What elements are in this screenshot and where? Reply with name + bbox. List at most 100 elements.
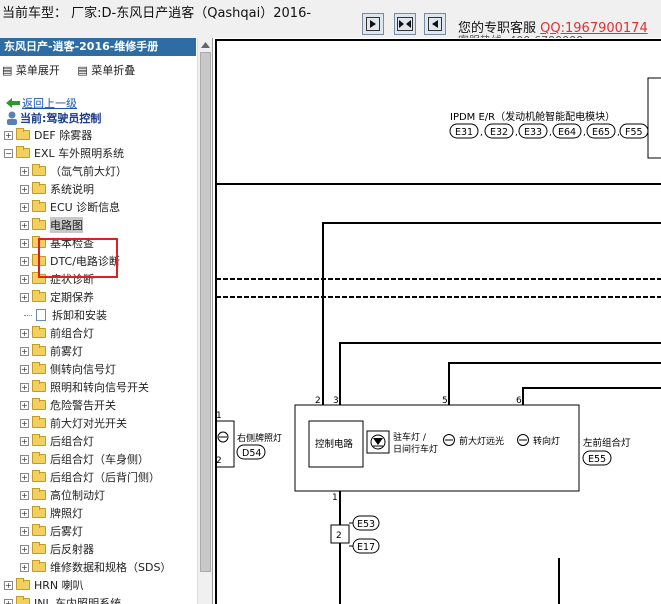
expand-toggle-icon[interactable]: + <box>20 562 29 572</box>
connector-label: E17 <box>357 542 375 553</box>
expand-toggle-icon[interactable]: + <box>20 400 29 410</box>
expand-toggle-icon[interactable]: + <box>20 292 29 302</box>
tree-item-front-fog[interactable]: + 前雾灯 <box>20 343 83 359</box>
tree-item-rear-combo-body[interactable]: + 后组合灯（车身侧） <box>20 451 149 467</box>
expand-toggle-icon[interactable]: + <box>4 598 13 604</box>
expand-toggle-icon[interactable]: + <box>20 274 29 284</box>
expand-toggle-icon[interactable]: + <box>4 130 13 140</box>
expand-toggle-icon[interactable]: + <box>20 184 29 194</box>
tree-item-label: 侧转向信号灯 <box>50 363 116 376</box>
expand-toggle-icon[interactable]: + <box>20 472 29 482</box>
tree-item-label: HRN 喇叭 <box>34 579 84 592</box>
tree-item-label: EXL 车外照明系统 <box>34 147 125 160</box>
tree-item-exl[interactable]: − EXL 车外照明系统 <box>4 145 124 161</box>
arrow-left-icon <box>428 17 442 31</box>
comma: , <box>549 128 552 138</box>
expand-toggle-icon[interactable]: + <box>20 328 29 338</box>
tree-item-rear-combo[interactable]: + 后组合灯 <box>20 433 94 449</box>
folder-icon <box>16 578 30 590</box>
turn-lamp-label: 转向灯 <box>533 435 560 447</box>
tree-item-removal[interactable]: 拆卸和安装 <box>24 307 107 323</box>
tree-item-label: 牌照灯 <box>50 507 83 520</box>
expand-toggle-icon[interactable]: + <box>20 382 29 392</box>
tree-item-system-description[interactable]: + 系统说明 <box>20 181 94 197</box>
tree-item-sds[interactable]: + 维修数据和规格（SDS） <box>20 559 171 575</box>
tree-item-xenon[interactable]: + （氙气前大灯） <box>20 163 127 179</box>
tree-item-hazard-switch[interactable]: + 危险警告开关 <box>20 397 116 413</box>
connector-label: E65 <box>592 127 610 138</box>
expand-label: 菜单展开 <box>15 64 60 77</box>
sidebar-scrollbar[interactable] <box>197 38 212 604</box>
expand-toggle-icon[interactable]: + <box>20 454 29 464</box>
expand-toggle-icon[interactable]: + <box>20 526 29 536</box>
document-icon <box>36 309 46 321</box>
folder-icon <box>32 524 46 536</box>
tree-item-wiring-diagram[interactable]: + 电路图 <box>20 217 83 233</box>
tree-item-rear-fog[interactable]: + 后雾灯 <box>20 523 83 539</box>
car-model-title: 当前车型： 厂家:D-东风日产逍客（Qashqai）2016- <box>2 6 312 21</box>
expand-toggle-icon[interactable]: + <box>20 256 29 266</box>
connector-label: E32 <box>490 127 508 138</box>
tree-item-license-lamp[interactable]: + 牌照灯 <box>20 505 83 521</box>
drl-lamp-label: 日间行车灯 <box>393 443 438 455</box>
expand-toggle-icon[interactable]: + <box>20 490 29 500</box>
pin-number: 1 <box>332 493 338 503</box>
wire <box>322 222 661 405</box>
back-link[interactable]: 返回上一级 <box>6 95 77 111</box>
split-view-button[interactable] <box>394 13 416 35</box>
tree-item-side-turn[interactable]: + 侧转向信号灯 <box>20 361 116 377</box>
connector-label: E64 <box>558 127 576 138</box>
tree-item-def[interactable]: + DEF 除雾器 <box>4 127 92 143</box>
tree-item-label: 后组合灯（后背门侧） <box>50 471 160 484</box>
folder-icon <box>32 326 46 338</box>
tree-item-label: 后雾灯 <box>50 525 83 538</box>
arrow-right-icon <box>366 17 380 31</box>
folder-icon <box>16 128 30 140</box>
tree-item-label: 拆卸和安装 <box>52 309 107 322</box>
tree-item-aiming-switch[interactable]: + 前大灯对光开关 <box>20 415 127 431</box>
tree-item-label: 系统说明 <box>50 183 94 196</box>
expand-toggle-icon[interactable]: + <box>20 346 29 356</box>
next-page-button[interactable] <box>424 13 446 35</box>
collapse-menu-button[interactable]: ▤ 菜单折叠 <box>77 64 135 77</box>
expand-toggle-icon[interactable]: + <box>20 220 29 230</box>
expand-toggle-icon[interactable]: + <box>20 202 29 212</box>
connector-label: E53 <box>357 519 375 530</box>
tree-item-inl[interactable]: + INL 车内照明系统 <box>4 595 121 604</box>
expand-menu-button[interactable]: ▤ 菜单展开 <box>2 64 60 77</box>
ipdm-connectors: E31 , E32 , E33 , E64 , E65 , F55 <box>449 123 649 139</box>
expand-toggle-icon[interactable]: + <box>20 238 29 248</box>
comma: , <box>480 128 483 138</box>
expand-toggle-icon[interactable]: + <box>20 166 29 176</box>
high-beam-label: 前大灯远光 <box>459 435 504 447</box>
tree-item-label: 维修数据和规格（SDS） <box>50 561 172 574</box>
tree-item-front-combo[interactable]: + 前组合灯 <box>20 325 94 341</box>
expand-toggle-icon[interactable]: + <box>20 508 29 518</box>
scroll-thumb[interactable] <box>200 52 211 572</box>
tree-item-label: （氙气前大灯） <box>50 165 127 178</box>
scroll-up-icon[interactable] <box>200 40 211 50</box>
tree-item-hrn[interactable]: + HRN 喇叭 <box>4 577 84 593</box>
collapse-toggle-icon[interactable]: − <box>4 148 13 158</box>
tree-item-maintenance[interactable]: + 定期保养 <box>20 289 94 305</box>
expand-toggle-icon[interactable]: + <box>20 418 29 428</box>
tree-item-label: 电路图 <box>50 217 83 233</box>
wiring-diagram-svg: IPDM E/R（发动机舱智能配电模块） E31 , E32 , E33 , E… <box>215 39 661 604</box>
tree-item-high-stop[interactable]: + 高位制动灯 <box>20 487 105 503</box>
folder-icon <box>32 362 46 374</box>
expand-toggle-icon[interactable]: + <box>4 580 13 590</box>
tree-item-lighting-switch[interactable]: + 照明和转向信号开关 <box>20 379 149 395</box>
prev-page-button[interactable] <box>362 13 384 35</box>
folder-icon <box>32 218 46 230</box>
wiring-diagram: IPDM E/R（发动机舱智能配电模块） E31 , E32 , E33 , E… <box>214 38 661 604</box>
tree-item-label: 前大灯对光开关 <box>50 417 127 430</box>
expand-toggle-icon[interactable]: + <box>20 436 29 446</box>
tree-item-rear-combo-door[interactable]: + 后组合灯（后背门侧） <box>20 469 160 485</box>
tree-item-label: 定期保养 <box>50 291 94 304</box>
expand-toggle-icon[interactable]: + <box>20 544 29 554</box>
right-license-lamp-label: 右侧牌照灯 <box>237 432 282 444</box>
tree-item-ecu-diagnosis[interactable]: + ECU 诊断信息 <box>20 199 120 215</box>
wire <box>448 362 661 405</box>
expand-toggle-icon[interactable]: + <box>20 364 29 374</box>
tree-item-rear-reflector[interactable]: + 后反射器 <box>20 541 94 557</box>
